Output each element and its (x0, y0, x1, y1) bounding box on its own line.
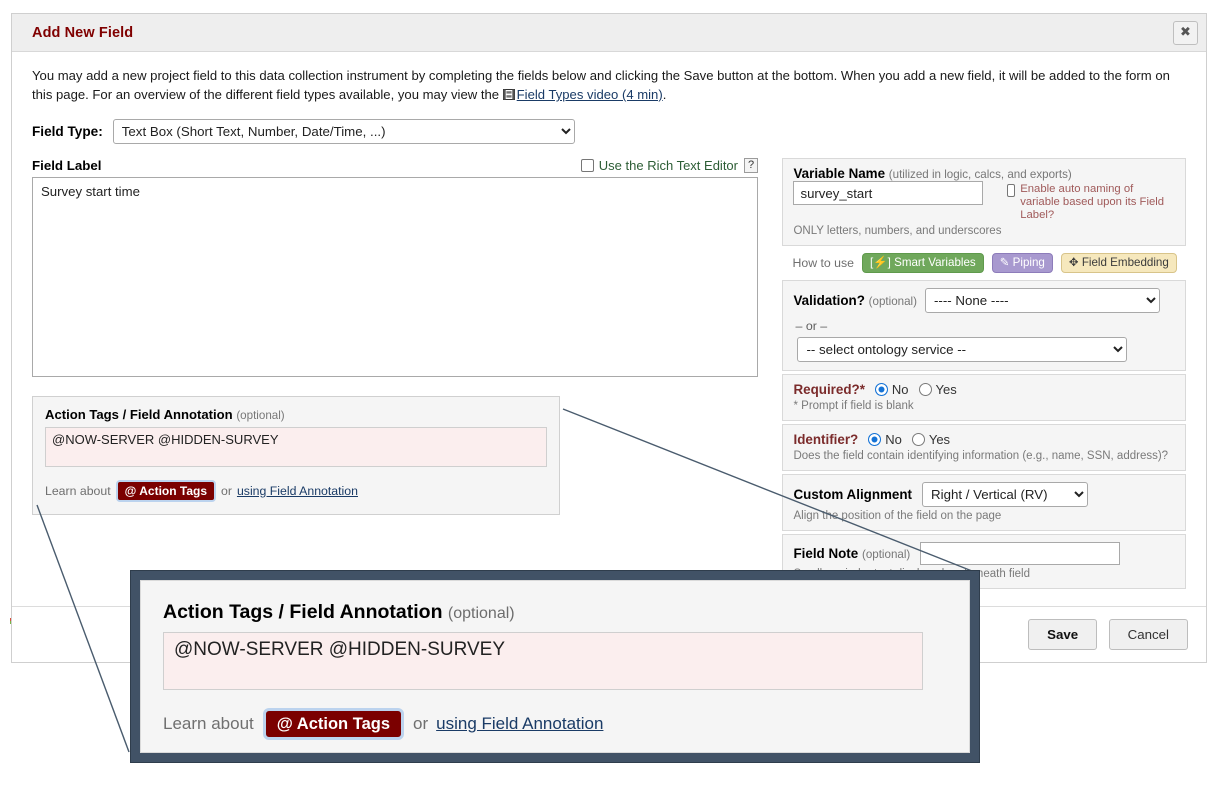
action-tags-panel: Action Tags / Field Annotation (optional… (32, 396, 560, 515)
action-tags-zoom-inner: Action Tags / Field Annotation (optional… (140, 580, 970, 753)
variable-name-note: ONLY letters, numbers, and underscores (793, 225, 1175, 237)
screen-root: Add New Field ✖ You may add a new projec… (0, 0, 1218, 786)
variable-name-panel: Variable Name (utilized in logic, calcs,… (782, 158, 1186, 246)
required-panel: Required?* No Yes * Prompt if field is b… (782, 374, 1186, 421)
callout-learn-prefix: Learn about (163, 714, 254, 734)
custom-alignment-note: Align the position of the field on the p… (793, 510, 1175, 522)
callout-action-tags-badge-button[interactable]: @ Action Tags (263, 708, 404, 740)
intro-text-part2: . (663, 87, 667, 102)
validation-title: Validation? (optional) (793, 293, 917, 308)
validation-panel: Validation? (optional) ---- None ----Dat… (782, 280, 1186, 371)
callout-title-bold: Action Tags / Field Annotation (163, 601, 442, 623)
required-row: Required?* No Yes (793, 382, 1175, 397)
callout-title-optional: (optional) (448, 605, 515, 622)
callout-action-tags-input[interactable] (163, 632, 923, 690)
action-tags-optional: (optional) (236, 409, 284, 422)
video-icon (503, 86, 515, 105)
how-to-use-row: How to use [⚡] Smart Variables ✎ Piping … (792, 253, 1186, 273)
action-tags-badge-button[interactable]: @ Action Tags (116, 480, 216, 502)
close-icon[interactable]: ✖ (1173, 21, 1198, 45)
right-column: Variable Name (utilized in logic, calcs,… (782, 158, 1186, 592)
identifier-title: Identifier? (793, 432, 858, 447)
custom-alignment-panel: Custom Alignment Right / Vertical (RV)Le… (782, 474, 1186, 531)
field-note-title: Field Note (optional) (793, 546, 910, 561)
field-note-input[interactable] (920, 542, 1120, 565)
help-icon[interactable]: ? (744, 158, 758, 173)
identifier-row: Identifier? No Yes (793, 432, 1175, 447)
rich-text-editor-label: Use the Rich Text Editor (599, 158, 738, 173)
variable-name-hint: (utilized in logic, calcs, and exports) (889, 168, 1072, 181)
field-note-row: Field Note (optional) (793, 542, 1175, 565)
validation-optional: (optional) (869, 295, 917, 308)
action-tags-input[interactable] (45, 427, 547, 467)
validation-select[interactable]: ---- None ----Date (D-M-Y)Date (M-D-Y)Da… (925, 288, 1160, 313)
cancel-button[interactable]: Cancel (1109, 619, 1188, 650)
piping-badge[interactable]: ✎ Piping (992, 253, 1053, 273)
field-label-input[interactable] (32, 177, 758, 377)
validation-title-text: Validation? (793, 293, 864, 308)
callout-using-field-annotation-link[interactable]: using Field Annotation (436, 714, 603, 734)
required-yes-radio[interactable] (919, 383, 932, 396)
required-note: * Prompt if field is blank (793, 400, 1175, 412)
identifier-yes-label: Yes (929, 432, 950, 447)
rich-text-editor-toggle[interactable]: Use the Rich Text Editor ? (581, 158, 758, 173)
identifier-yes-radio[interactable] (912, 433, 925, 446)
dialog-body: You may add a new project field to this … (12, 52, 1206, 592)
action-tags-or: or (221, 484, 232, 498)
field-type-row: Field Type: Text Box (Short Text, Number… (32, 119, 1186, 144)
custom-alignment-select[interactable]: Right / Vertical (RV)Left / Vertical (LV… (922, 482, 1088, 507)
auto-naming-toggle[interactable]: Enable auto naming of variable based upo… (1007, 181, 1175, 222)
field-types-video-link[interactable]: Field Types video (4 min) (517, 87, 663, 102)
auto-naming-checkbox[interactable] (1007, 184, 1015, 197)
callout-action-tags-title: Action Tags / Field Annotation (optional… (163, 601, 947, 624)
field-embedding-badge[interactable]: ✥ Field Embedding (1061, 253, 1177, 273)
using-field-annotation-link[interactable]: using Field Annotation (237, 484, 358, 498)
field-label-row: Field Label Use the Rich Text Editor ? (32, 158, 758, 173)
smart-variables-badge[interactable]: [⚡] Smart Variables (862, 253, 984, 273)
left-column: Field Label Use the Rich Text Editor ? A… (32, 158, 770, 592)
variable-name-input[interactable] (793, 181, 983, 205)
add-new-field-dialog: Add New Field ✖ You may add a new projec… (11, 13, 1207, 663)
required-title: Required?* (793, 382, 864, 397)
validation-or-text: – or – (795, 319, 1175, 333)
callout-or: or (413, 714, 428, 734)
save-button[interactable]: Save (1028, 619, 1097, 650)
field-note-optional: (optional) (862, 548, 910, 561)
field-note-title-text: Field Note (793, 546, 858, 561)
identifier-panel: Identifier? No Yes Does the field contai… (782, 424, 1186, 471)
ontology-service-select[interactable]: -- select ontology service --BioPortal (797, 337, 1127, 362)
required-no-radio[interactable] (875, 383, 888, 396)
identifier-note: Does the field contain identifying infor… (793, 450, 1175, 462)
callout-help-row: Learn about @ Action Tags or using Field… (163, 708, 947, 740)
page-title: Add New Field (12, 25, 133, 41)
action-tags-learn-prefix: Learn about (45, 484, 111, 498)
custom-alignment-row: Custom Alignment Right / Vertical (RV)Le… (793, 482, 1175, 507)
action-tags-zoom-callout: Action Tags / Field Annotation (optional… (130, 570, 980, 763)
identifier-no-radio[interactable] (868, 433, 881, 446)
variable-name-row: Enable auto naming of variable based upo… (793, 181, 1175, 222)
how-to-use-label: How to use (792, 256, 854, 270)
field-type-label: Field Type: (32, 124, 103, 139)
action-tags-help-row: Learn about @ Action Tags or using Field… (45, 480, 547, 502)
custom-alignment-title: Custom Alignment (793, 487, 912, 502)
field-type-select[interactable]: Text Box (Short Text, Number, Date/Time,… (113, 119, 575, 144)
intro-text: You may add a new project field to this … (32, 66, 1182, 105)
variable-name-title-text: Variable Name (793, 166, 885, 181)
dialog-columns: Field Label Use the Rich Text Editor ? A… (32, 158, 1186, 592)
action-tags-title: Action Tags / Field Annotation (optional… (45, 407, 547, 422)
field-label-title: Field Label (32, 158, 101, 173)
required-yes-label: Yes (936, 382, 957, 397)
variable-name-title: Variable Name (utilized in logic, calcs,… (793, 166, 1175, 181)
action-tags-title-bold: Action Tags / Field Annotation (45, 407, 233, 422)
required-no-label: No (892, 382, 909, 397)
validation-row: Validation? (optional) ---- None ----Dat… (793, 288, 1175, 313)
dialog-header: Add New Field ✖ (12, 14, 1206, 52)
auto-naming-label: Enable auto naming of variable based upo… (1020, 183, 1175, 222)
rich-text-editor-checkbox[interactable] (581, 159, 594, 172)
identifier-no-label: No (885, 432, 902, 447)
